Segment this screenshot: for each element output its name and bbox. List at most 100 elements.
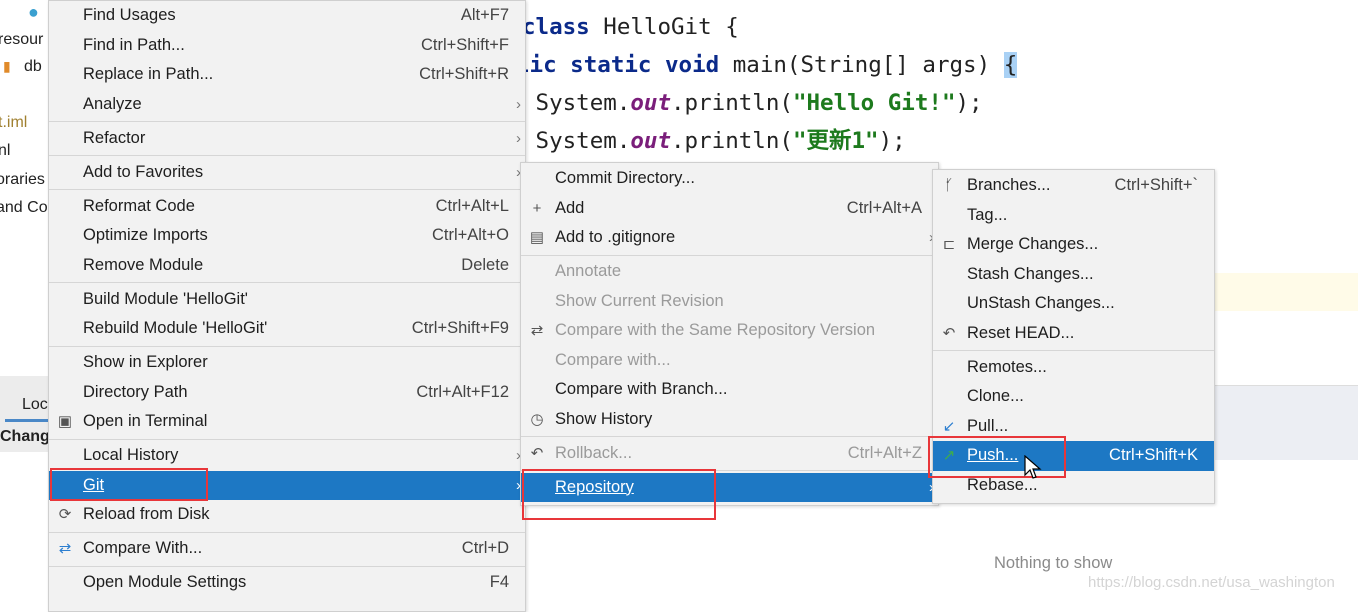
menu-item-label: Find Usages <box>83 6 176 24</box>
shortcut-label: Ctrl+Alt+L <box>435 196 509 215</box>
menu-item-optimize-imports[interactable]: Optimize Imports Ctrl+Alt+O <box>49 221 525 251</box>
menu-item-unstash-changes[interactable]: UnStash Changes... <box>933 289 1214 319</box>
menu-item-add[interactable]: + Add Ctrl+Alt+A <box>521 194 938 224</box>
code-line: class HelloGit { <box>522 14 739 40</box>
matched-brace: { <box>1003 52 1018 78</box>
menu-item-build-module-hellogit[interactable]: Build Module 'HelloGit' <box>49 285 525 315</box>
git-submenu: Commit Directory... + Add Ctrl+Alt+A ▤ Add to… <box>520 162 939 506</box>
shortcut-label: Delete <box>461 255 509 274</box>
merge-icon: ⊏ <box>942 236 956 253</box>
shortcut-label: Alt+F7 <box>460 6 509 24</box>
menu-item-replace-in-path[interactable]: Replace in Path... Ctrl+Shift+R <box>49 60 525 90</box>
menu-item-local-history[interactable]: Local History › <box>49 441 525 471</box>
menu-item-add-to-favorites[interactable]: Add to Favorites › <box>49 158 525 188</box>
tree-item[interactable]: and Co <box>0 199 48 217</box>
menu-item-open-module-settings[interactable]: Open Module Settings F4 <box>49 568 525 598</box>
menu-item-add-to-gitignore[interactable]: ▤Add to .gitignore› <box>521 223 938 253</box>
menu-item-show-in-explorer[interactable]: Show in Explorer <box>49 348 525 378</box>
menu-item-label: Show Current Revision <box>555 291 724 310</box>
code-line: lic static void main(String[] args) { <box>516 52 1018 78</box>
menu-item-remotes[interactable]: Remotes... <box>933 353 1214 383</box>
shortcut-label: Ctrl+Alt+A <box>846 198 922 217</box>
menu-item-rebuild-module-hellogit[interactable]: Rebuild Module 'HelloGit' Ctrl+Shift+F9 <box>49 314 525 344</box>
shortcut-label: Ctrl+Shift+K <box>1109 446 1198 464</box>
menu-item-label: Compare With... <box>83 539 203 557</box>
menu-item-label: Clone... <box>967 387 1024 405</box>
menu-item-show-history[interactable]: ◷ Show History <box>521 405 938 435</box>
class-file-icon: ● <box>28 2 39 22</box>
menu-item-compare-with-the-same-repository-version[interactable]: ⇄ Compare with the Same Repository Versio… <box>521 316 938 346</box>
branch-icon: ᚶ <box>944 177 954 194</box>
menu-item-open-in-terminal[interactable]: ▣ Open in Terminal <box>49 407 525 437</box>
menu-item-branches[interactable]: ᚶ Branches... Ctrl+Shift+` <box>933 171 1214 201</box>
menu-item-label: Analyze <box>83 94 142 113</box>
menu-item-reformat-code[interactable]: Reformat Code Ctrl+Alt+L <box>49 192 525 222</box>
menu-item-find-in-path[interactable]: Find in Path... Ctrl+Shift+F <box>49 31 525 61</box>
watermark: https://blog.csdn.net/usa_washington <box>1088 574 1335 591</box>
menu-item-label: UnStash Changes... <box>967 294 1115 312</box>
menu-item-label: Stash Changes... <box>967 264 1094 283</box>
menu-item-annotate[interactable]: Annotate <box>521 257 938 287</box>
terminal-icon: ▣ <box>57 413 73 430</box>
shortcut-label: Ctrl+Shift+` <box>1114 176 1198 194</box>
project-tree: ● resour db ▮ t.iml nl oraries and Co <box>0 0 48 603</box>
tree-item[interactable]: resour <box>0 31 43 49</box>
code-editor[interactable]: class HelloGit { lic static void main(St… <box>516 0 1018 154</box>
menu-item-clone[interactable]: Clone... <box>933 382 1214 412</box>
menu-item-show-current-revision[interactable]: Show Current Revision <box>521 287 938 317</box>
menu-item-label: Open Module Settings <box>83 573 247 591</box>
menu-item-refactor[interactable]: Refactor › <box>49 124 525 154</box>
tree-item[interactable]: db <box>24 58 42 76</box>
menu-item-reset-head[interactable]: ↶ Reset HEAD... <box>933 319 1214 349</box>
menu-item-label: Local History <box>83 446 179 464</box>
tree-item[interactable]: oraries <box>0 171 45 189</box>
shortcut-label: Ctrl+Alt+Z <box>847 443 922 462</box>
reload-icon: ⟳ <box>58 506 72 523</box>
shortcut-label: Ctrl+Shift+F <box>420 35 509 54</box>
tab-local[interactable]: Loc <box>22 396 48 414</box>
menu-item-label: Refactor <box>83 128 146 147</box>
menu-item-reload-from-disk[interactable]: ⟳ Reload from Disk <box>49 500 525 530</box>
shortcut-label: Ctrl+Alt+F12 <box>416 382 509 401</box>
menu-item-analyze[interactable]: Analyze › <box>49 90 525 120</box>
mouse-cursor-icon <box>1024 455 1042 479</box>
shortcut-label: Ctrl+Shift+R <box>419 65 509 83</box>
menu-item-tag[interactable]: Tag... <box>933 201 1214 231</box>
annotation-box-push <box>928 436 1066 478</box>
menu-item-label: Directory Path <box>83 382 188 401</box>
menu-item-merge-changes[interactable]: ⊏ Merge Changes... <box>933 230 1214 260</box>
menu-item-compare-with[interactable]: Compare with... <box>521 346 938 376</box>
gitignore-file-icon: ▤ <box>529 229 545 246</box>
menu-item-label: Compare with the Same Repository Version <box>555 321 876 339</box>
empty-state-text: Nothing to show <box>994 554 1113 572</box>
menu-item-find-usages[interactable]: Find Usages Alt+F7 <box>49 1 525 31</box>
tree-item[interactable]: nl <box>0 142 10 160</box>
code-line: System.out.println("更新1"); <box>522 128 906 154</box>
menu-item-commit-directory[interactable]: Commit Directory... <box>521 164 938 194</box>
menu-item-label: Rollback... <box>555 443 633 462</box>
menu-item-stash-changes[interactable]: Stash Changes... <box>933 260 1214 290</box>
menu-item-label: Show in Explorer <box>83 353 208 371</box>
tree-item[interactable]: t.iml <box>0 114 27 132</box>
menu-item-label: Annotate <box>555 262 622 280</box>
annotation-box-repository <box>522 469 716 520</box>
shortcut-label: Ctrl+Alt+O <box>431 226 509 244</box>
menu-item-compare-with-branch[interactable]: Compare with Branch... <box>521 375 938 405</box>
menu-item-rollback[interactable]: ↶ Rollback... Ctrl+Alt+Z <box>521 439 938 469</box>
compare-icon: ⇄ <box>58 540 72 557</box>
clock-icon: ◷ <box>530 410 544 428</box>
menu-item-label: Optimize Imports <box>83 226 208 244</box>
menu-item-label: Compare with Branch... <box>555 380 728 398</box>
menu-item-directory-path[interactable]: Directory Path Ctrl+Alt+F12 <box>49 378 525 408</box>
shortcut-label: F4 <box>489 573 509 591</box>
plus-icon: + <box>532 199 542 217</box>
menu-item-label: Reformat Code <box>83 196 195 215</box>
tab-changes[interactable]: Chang <box>0 428 50 446</box>
menu-item-label: Rebuild Module 'HelloGit' <box>83 319 268 337</box>
code-line: System.out.println("Hello Git!"); <box>522 90 983 116</box>
menu-item-label: Add to .gitignore <box>555 228 676 246</box>
menu-item-remove-module[interactable]: Remove Module Delete <box>49 251 525 281</box>
menu-item-label: Reset HEAD... <box>967 323 1075 342</box>
menu-item-compare-with[interactable]: ⇄ Compare With... Ctrl+D <box>49 534 525 564</box>
shortcut-label: Ctrl+Shift+F9 <box>411 319 509 337</box>
